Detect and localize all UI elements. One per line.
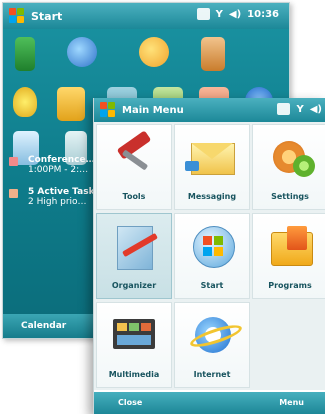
connectivity-icon[interactable] <box>277 103 291 115</box>
settings-icon <box>263 133 317 183</box>
empty-cell <box>252 302 325 388</box>
tile-label: Programs <box>268 281 312 290</box>
tile-label: Settings <box>271 192 309 201</box>
organizer-icon <box>107 222 161 272</box>
lightbulb-icon[interactable] <box>13 87 37 117</box>
internet-explorer-icon <box>185 311 244 361</box>
tile-start[interactable]: Start <box>174 213 250 299</box>
windows-flag-icon[interactable] <box>9 8 25 24</box>
tile-label: Tools <box>122 192 146 201</box>
tile-organizer[interactable]: Organizer <box>96 213 172 299</box>
volume-icon[interactable]: ◀) <box>310 104 322 115</box>
list-item-title: 5 Active Tasks <box>28 187 100 197</box>
tile-settings[interactable]: Settings <box>252 124 325 210</box>
main-menu-title-bar: Main Menu Y ◀) <box>94 98 325 122</box>
messaging-icon <box>185 133 239 183</box>
tile-multimedia[interactable]: Multimedia <box>96 302 172 388</box>
weather-icon[interactable] <box>139 37 169 67</box>
signal-icon[interactable]: Y <box>216 9 223 20</box>
menu-softkey[interactable]: Menu <box>279 398 304 407</box>
main-menu-softkey-bar: Close Menu <box>94 392 325 414</box>
tile-label: Organizer <box>111 281 157 290</box>
main-menu-screen: Main Menu Y ◀) Tools Messaging Settings … <box>93 98 325 414</box>
globe-icon[interactable] <box>67 37 97 67</box>
tile-programs[interactable]: Programs <box>252 213 325 299</box>
tile-label: Internet <box>193 370 231 379</box>
tile-internet[interactable]: Internet <box>174 302 250 388</box>
signal-icon[interactable]: Y <box>296 104 303 115</box>
clock-time[interactable]: 10:36 <box>247 9 279 20</box>
appointment-icon <box>9 157 18 166</box>
list-item-title: Conference… <box>28 155 95 165</box>
windows-flag-icon[interactable] <box>100 102 116 118</box>
tile-tools[interactable]: Tools <box>96 124 172 210</box>
tasks-icon <box>9 189 18 198</box>
start-title: Start <box>31 9 63 23</box>
tools-icon <box>107 130 161 183</box>
windows-start-icon <box>185 222 239 272</box>
close-softkey[interactable]: Close <box>118 398 142 407</box>
tile-label: Messaging <box>187 192 237 201</box>
tile-messaging[interactable]: Messaging <box>174 124 250 210</box>
main-menu-grid: Tools Messaging Settings Organizer Start… <box>94 122 325 390</box>
list-item-subtitle: 2 High prio… <box>28 197 87 207</box>
list-item-subtitle: 1:00PM - 2:… <box>28 165 89 175</box>
multimedia-icon <box>107 311 161 361</box>
battery-icon[interactable] <box>15 37 35 71</box>
tile-label: Start <box>200 281 224 290</box>
notes-icon[interactable] <box>57 87 85 121</box>
tile-label: Multimedia <box>108 370 160 379</box>
main-menu-title: Main Menu <box>122 104 184 116</box>
start-title-bar: Start Y ◀) 10:36 <box>3 3 289 29</box>
connectivity-icon[interactable] <box>196 8 210 20</box>
volume-icon[interactable]: ◀) <box>229 9 241 20</box>
contact-icon[interactable] <box>201 37 225 71</box>
programs-icon <box>263 222 317 272</box>
calendar-softkey[interactable]: Calendar <box>21 321 66 331</box>
